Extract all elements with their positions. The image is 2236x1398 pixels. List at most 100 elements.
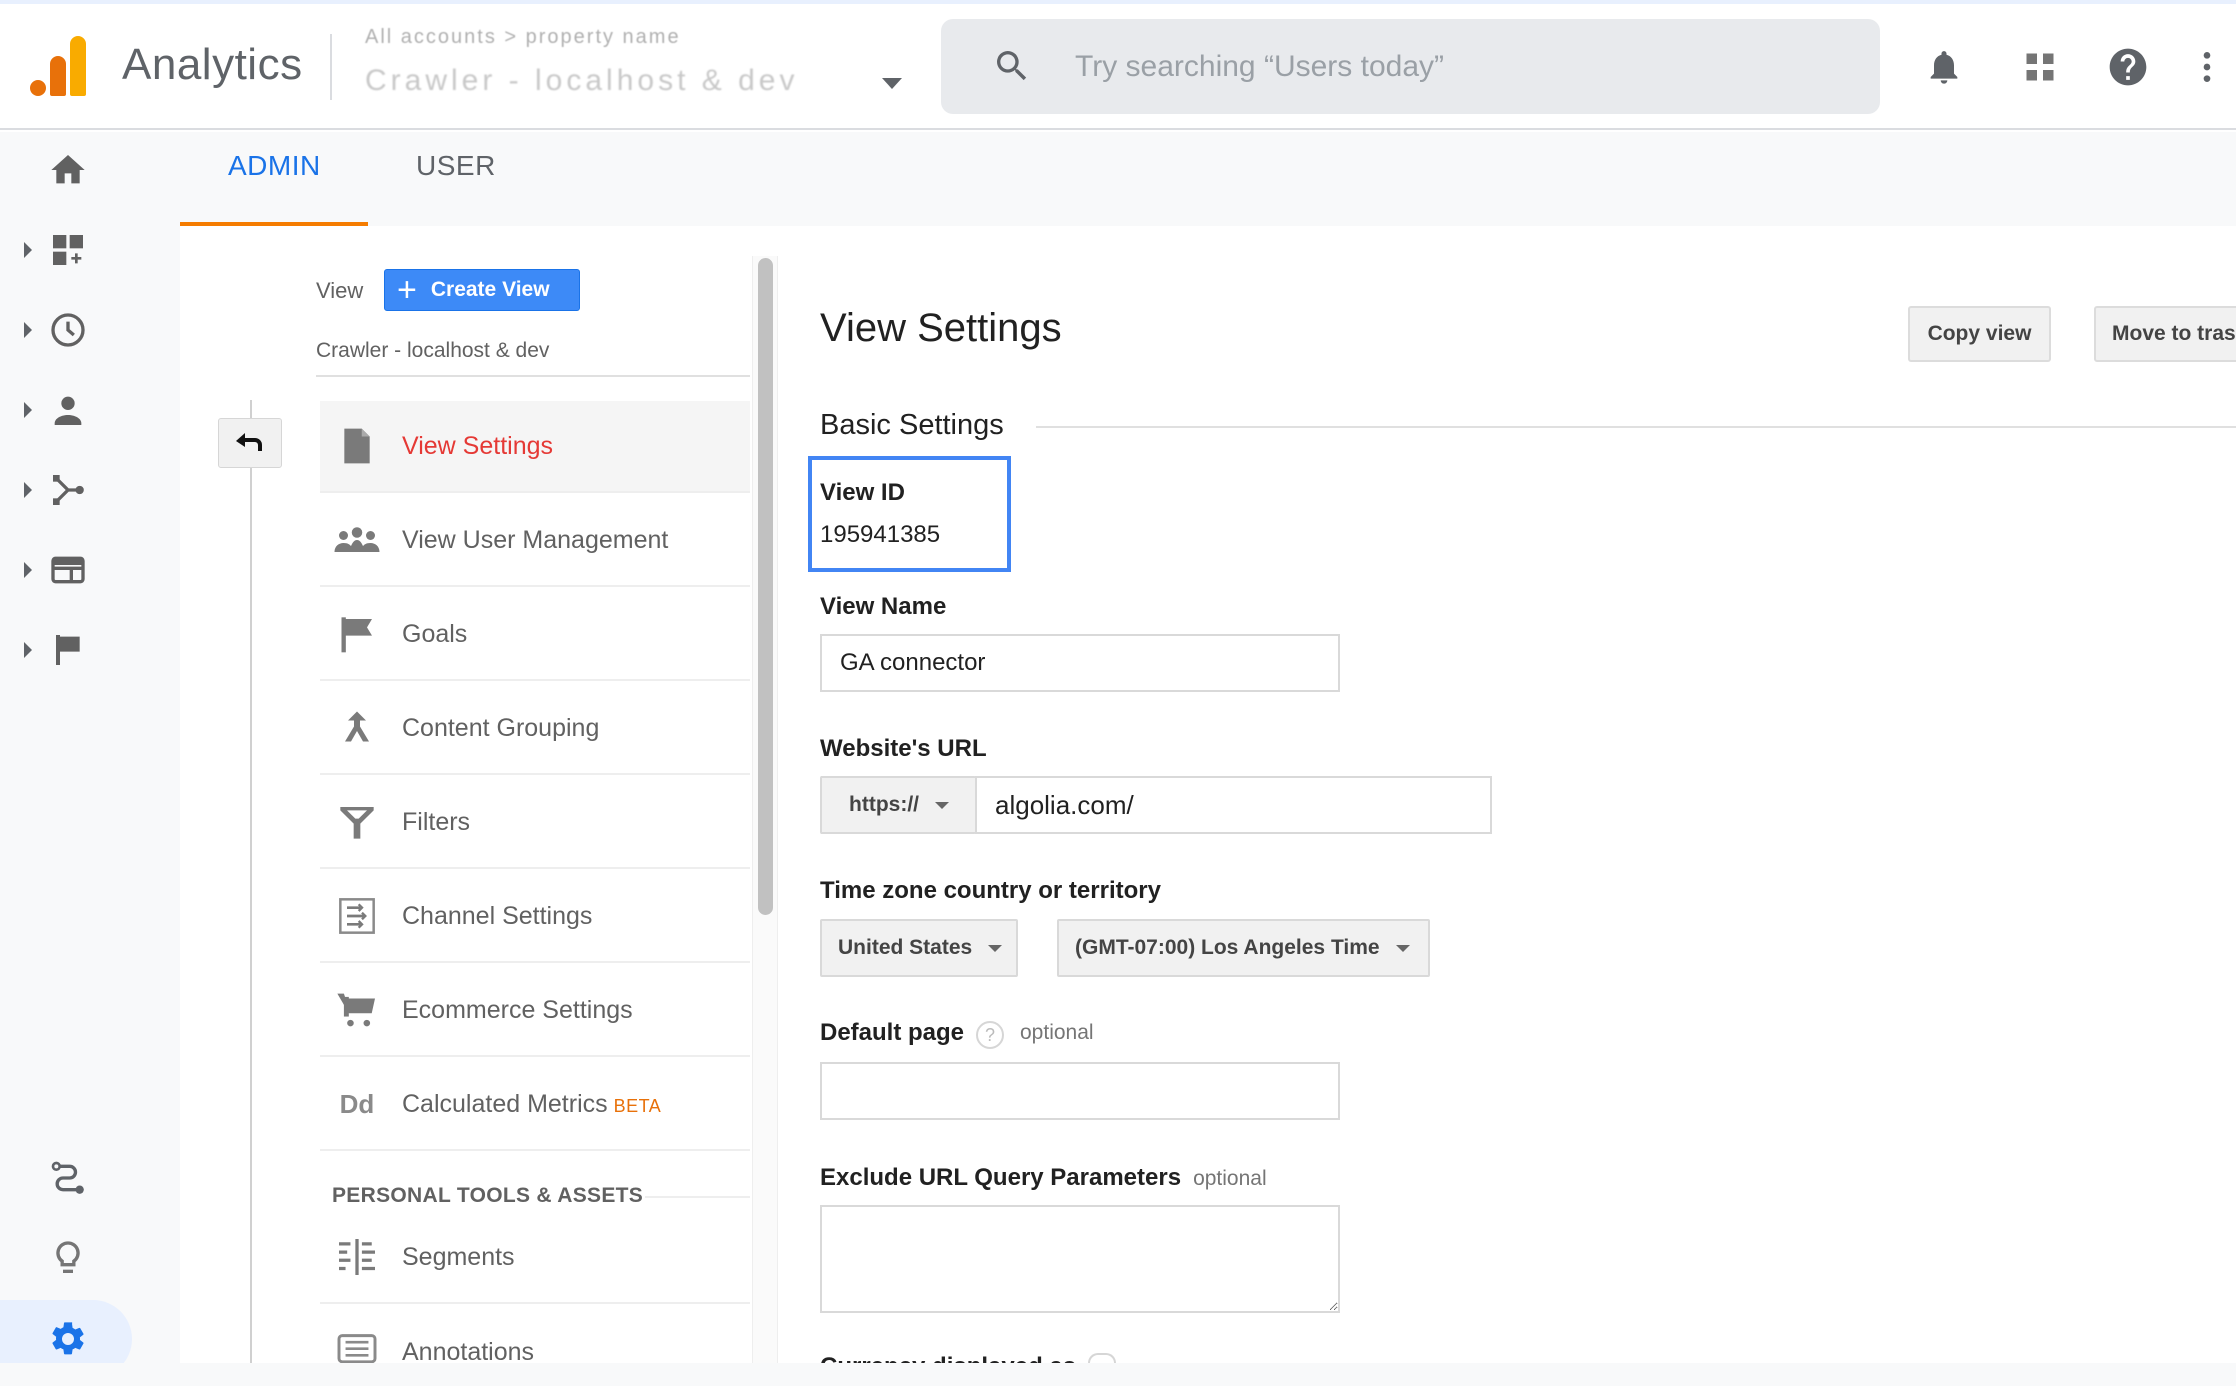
nav-goals[interactable]: Goals <box>320 589 750 681</box>
rail-customization[interactable] <box>0 220 180 280</box>
rail-attribution[interactable] <box>0 1148 180 1208</box>
nav-label: View Settings <box>402 431 554 460</box>
back-arrow-icon <box>236 433 262 451</box>
view-id-label: View ID <box>820 479 905 506</box>
view-id-highlight-box <box>808 456 1011 572</box>
rail-home[interactable] <box>0 140 180 200</box>
notifications-button[interactable] <box>1921 44 1967 90</box>
country-value: United States <box>838 936 973 959</box>
view-name-input[interactable] <box>820 634 1340 692</box>
nav-segments[interactable]: Segments <box>320 1212 750 1304</box>
dashboard-add-icon <box>53 235 83 265</box>
current-view-name: Crawler - localhost & dev <box>316 339 550 362</box>
logo-dot <box>30 80 46 96</box>
nav-content-grouping[interactable]: Content Grouping <box>320 683 750 775</box>
nav-view-settings[interactable]: View Settings <box>320 401 750 493</box>
rail-acquisition[interactable] <box>0 460 180 520</box>
view-column-label: View <box>316 278 364 303</box>
tab-user[interactable]: USER <box>416 150 496 182</box>
beta-badge: BETA <box>613 1095 662 1116</box>
nav-label: Calculated Metrics BETA <box>402 1090 661 1119</box>
section-title: Basic Settings <box>820 409 1004 441</box>
copy-view-button[interactable]: Copy view <box>1908 306 2051 362</box>
exclude-params-textarea[interactable] <box>820 1205 1340 1313</box>
view-name-label: View Name <box>820 593 947 620</box>
calculated-metrics-label: Calculated Metrics <box>402 1089 608 1118</box>
flag-icon <box>334 611 380 657</box>
exclude-params-label-text: Exclude URL Query Parameters <box>820 1164 1182 1191</box>
nav-label: Content Grouping <box>402 713 600 742</box>
default-page-optional: optional <box>1020 1021 1094 1044</box>
expand-arrow-icon <box>24 642 32 658</box>
home-icon <box>51 155 85 184</box>
default-page-label-text: Default page <box>820 1019 965 1046</box>
chevron-down-icon <box>988 944 1003 952</box>
section-divider <box>1036 426 2236 428</box>
more-vert-icon <box>2203 52 2211 82</box>
filter-icon <box>334 799 380 845</box>
account-dropdown-icon[interactable] <box>882 78 902 89</box>
rail-admin[interactable] <box>0 1309 180 1369</box>
country-select[interactable]: United States <box>820 919 1018 977</box>
apps-button[interactable] <box>2017 44 2063 90</box>
timezone-value: (GMT-07:00) Los Angeles Time <box>1075 936 1380 959</box>
search-input[interactable] <box>1075 30 1855 104</box>
nav-scrollbar-thumb[interactable] <box>758 258 773 915</box>
timezone-select[interactable]: (GMT-07:00) Los Angeles Time <box>1057 919 1430 977</box>
currency-label: Currency displayed as <box>820 1352 1076 1363</box>
rail-conversions[interactable] <box>0 620 180 680</box>
behavior-icon <box>51 556 85 584</box>
exclude-params-label: Exclude URL Query Parameters optional <box>820 1164 1267 1192</box>
nav-channel-settings[interactable]: Channel Settings <box>320 871 750 963</box>
person-icon <box>54 396 82 425</box>
nav-label: View User Management <box>402 525 669 554</box>
lightbulb-icon <box>56 1241 80 1273</box>
segments-icon <box>334 1234 380 1280</box>
website-url-label: Website's URL <box>820 735 987 762</box>
merge-icon <box>334 705 380 751</box>
create-view-button[interactable]: + Create View <box>384 269 580 311</box>
tab-admin[interactable]: ADMIN <box>228 150 321 182</box>
nav-ecommerce-settings[interactable]: Ecommerce Settings <box>320 965 750 1057</box>
help-circle-icon[interactable]: ? <box>976 1021 1004 1049</box>
analytics-logo[interactable] <box>30 36 86 98</box>
expand-arrow-icon <box>24 402 32 418</box>
help-circle-icon[interactable] <box>1088 1353 1116 1363</box>
protocol-select[interactable]: https:// <box>820 776 976 834</box>
nav-calculated-metrics[interactable]: Dd Calculated Metrics BETA <box>320 1059 750 1151</box>
website-url-input[interactable] <box>975 776 1492 834</box>
view-id-value: 195941385 <box>820 521 941 548</box>
channel-settings-icon <box>334 893 380 939</box>
help-icon <box>2109 48 2147 86</box>
acquisition-icon <box>53 475 84 505</box>
title-divider <box>330 34 332 100</box>
default-page-input[interactable] <box>820 1062 1340 1120</box>
rail-audience[interactable] <box>0 380 180 440</box>
search-icon <box>997 51 1027 81</box>
rail-discover[interactable] <box>0 1228 180 1288</box>
bottom-band <box>0 1363 2236 1386</box>
rail-behavior[interactable] <box>0 540 180 600</box>
personal-tools-divider <box>645 1196 750 1198</box>
logo-bar-tall <box>70 36 86 96</box>
help-button[interactable] <box>2105 44 2151 90</box>
gear-icon <box>52 1322 84 1355</box>
expand-arrow-icon <box>24 242 32 258</box>
expand-arrow-icon <box>24 322 32 338</box>
expand-arrow-icon <box>24 482 32 498</box>
nav-label: Filters <box>402 807 471 836</box>
clock-icon <box>51 313 85 347</box>
document-icon <box>334 423 380 469</box>
page-title: View Settings <box>820 306 1062 350</box>
calculated-metrics-icon: Dd <box>339 1088 375 1119</box>
nav-label: Segments <box>402 1242 515 1271</box>
nav-label: Goals <box>402 619 468 648</box>
nav-filters[interactable]: Filters <box>320 777 750 869</box>
move-to-trash-button[interactable]: Move to trash <box>2094 306 2236 362</box>
account-view-name: Crawler - localhost & dev <box>365 64 799 97</box>
rail-realtime[interactable] <box>0 300 180 360</box>
nav-view-user-management[interactable]: View User Management <box>320 495 750 587</box>
app-title: Analytics <box>122 40 303 89</box>
more-options-button[interactable] <box>2184 44 2230 90</box>
back-button[interactable] <box>218 418 282 468</box>
